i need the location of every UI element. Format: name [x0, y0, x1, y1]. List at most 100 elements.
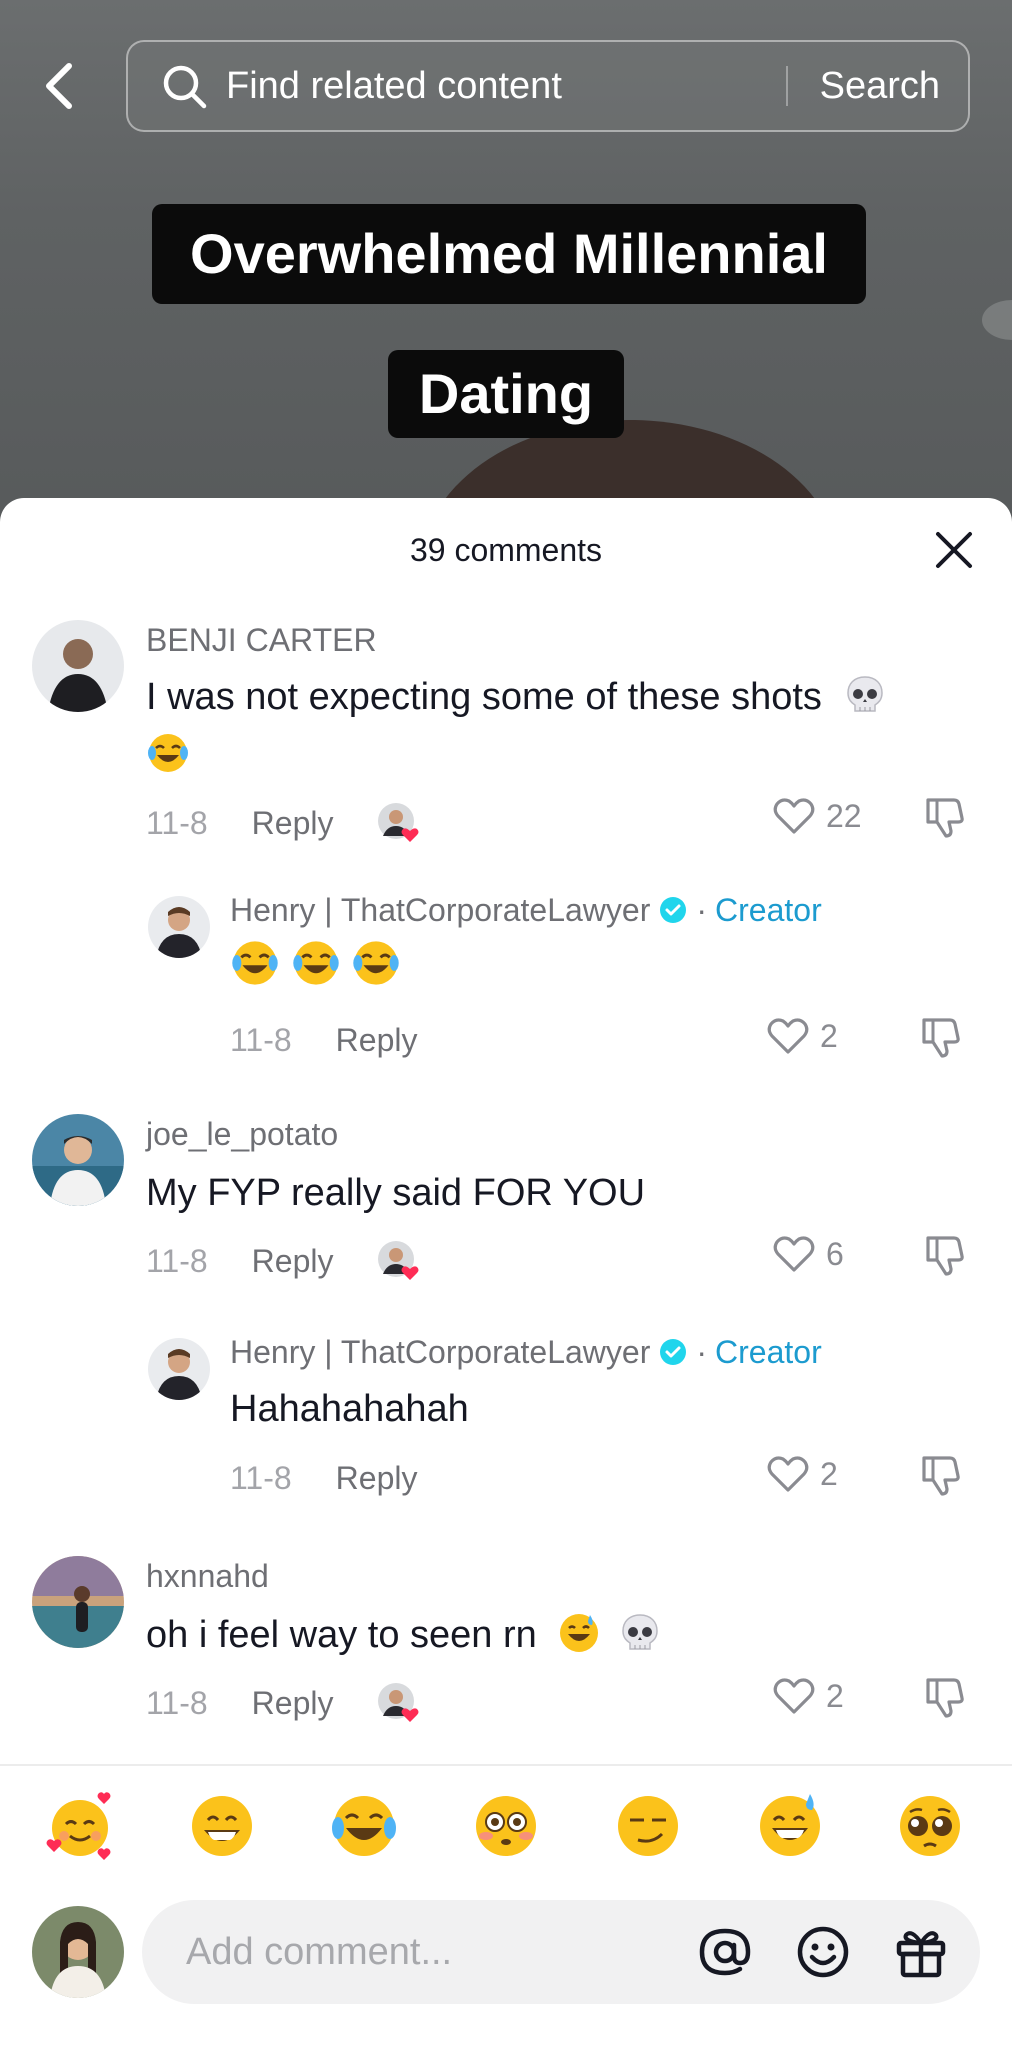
like-count: 6 — [826, 1235, 844, 1272]
creator-badge: Creator — [715, 892, 822, 928]
creator-separator: · — [696, 1334, 708, 1370]
comment-date: 11-8 — [230, 1460, 292, 1496]
flushed-face-emoji-icon[interactable] — [470, 1790, 542, 1862]
thumbs-down-icon[interactable] — [924, 1674, 970, 1720]
like-button[interactable]: 2 — [766, 1454, 838, 1494]
comment-item: joe_le_potato My FYP really said FOR YOU… — [0, 1114, 1012, 1294]
video-caption-title: Overwhelmed Millennial — [152, 204, 866, 304]
reply-meta: 11-8 Reply — [230, 1460, 417, 1497]
search-input[interactable]: Find related content — [226, 65, 786, 108]
creator-separator: · — [696, 892, 708, 928]
like-count: 22 — [826, 797, 862, 834]
emoji-picker-icon[interactable] — [794, 1923, 852, 1981]
heart-icon — [773, 1236, 815, 1272]
gift-icon[interactable] — [892, 1923, 950, 1981]
reply-button[interactable]: Reply — [252, 1685, 334, 1722]
comment-meta: 11-8 Reply — [146, 1240, 419, 1282]
liked-by-creator-badge — [377, 802, 419, 844]
grinning-face-emoji-icon[interactable] — [186, 1790, 258, 1862]
thumbs-down-icon[interactable] — [924, 1232, 970, 1278]
comment-meta: 11-8 Reply — [146, 802, 419, 844]
like-count: 2 — [820, 1017, 838, 1054]
smiling-face-with-hearts-emoji-icon[interactable] — [44, 1790, 116, 1862]
mention-icon[interactable] — [696, 1923, 754, 1981]
skull-emoji-icon — [622, 1614, 658, 1650]
thumbs-down-icon[interactable] — [924, 794, 970, 840]
creator-badge: Creator — [715, 1334, 822, 1370]
face-with-tears-of-joy-emoji-icon[interactable] — [328, 1790, 400, 1862]
comment-body: I was not expecting some of these shots — [146, 676, 822, 718]
comment-input[interactable]: Add comment... — [186, 1931, 696, 1974]
pleading-face-emoji-icon[interactable] — [894, 1790, 966, 1862]
creator-name[interactable]: Henry | ThatCorporateLawyer — [230, 1334, 650, 1370]
comment-item: hxnnahd oh i feel way to seen rn 11-8 Re… — [0, 1556, 1012, 1736]
reply-meta: 11-8 Reply — [230, 1022, 417, 1059]
search-divider — [785, 66, 788, 106]
close-icon[interactable] — [934, 530, 974, 570]
comment-date: 11-8 — [230, 1022, 292, 1058]
reply-button[interactable]: Reply — [252, 1243, 334, 1280]
creator-name[interactable]: Henry | ThatCorporateLawyer — [230, 892, 650, 928]
quick-emoji-bar — [0, 1790, 1012, 1870]
grinning-face-with-sweat-emoji-icon — [560, 1614, 599, 1652]
face-with-tears-of-joy-emoji-icon — [148, 734, 188, 772]
comment-text: I was not expecting some of these shots — [146, 668, 966, 784]
heart-icon — [773, 1678, 815, 1714]
heart-icon — [767, 1018, 809, 1054]
chevron-left-icon — [46, 63, 72, 109]
comment-body: My FYP really said FOR YOU — [146, 1172, 646, 1214]
reply-item: Henry | ThatCorporateLawyer · Creator Haha… — [0, 1334, 1012, 1504]
comment-composer[interactable]: Add comment... — [142, 1900, 980, 2004]
comments-header: 39 comments — [0, 498, 1012, 608]
verified-badge-icon — [660, 897, 687, 923]
reply-text — [230, 938, 401, 997]
heart-icon — [767, 1456, 809, 1492]
liked-by-creator-badge — [377, 1682, 419, 1724]
comment-username[interactable]: BENJI CARTER — [146, 622, 377, 659]
search-icon — [163, 65, 207, 109]
avatar[interactable] — [148, 1338, 210, 1400]
comment-text: oh i feel way to seen rn — [146, 1606, 966, 1664]
like-button[interactable]: 6 — [772, 1234, 844, 1274]
comment-date: 11-8 — [146, 1684, 208, 1721]
comment-username[interactable]: hxnnahd — [146, 1558, 269, 1595]
smirking-face-emoji-icon[interactable] — [612, 1790, 684, 1862]
reply-button[interactable]: Reply — [336, 1460, 418, 1497]
like-button[interactable]: 2 — [766, 1016, 838, 1056]
search-button[interactable]: Search — [820, 65, 940, 108]
comment-text: My FYP really said FOR YOU — [146, 1164, 966, 1222]
my-avatar[interactable] — [32, 1906, 124, 1998]
heart-icon — [773, 798, 815, 834]
like-count: 2 — [826, 1677, 844, 1714]
back-button[interactable] — [34, 58, 82, 114]
comments-count-title: 39 comments — [409, 532, 603, 568]
avatar[interactable] — [32, 1556, 124, 1648]
grinning-face-with-sweat-emoji-icon[interactable] — [754, 1790, 826, 1862]
like-button[interactable]: 22 — [772, 796, 862, 836]
comment-username[interactable]: joe_le_potato — [146, 1116, 338, 1153]
comment-body: oh i feel way to seen rn — [146, 1614, 537, 1656]
reply-button[interactable]: Reply — [336, 1022, 418, 1059]
like-count: 2 — [820, 1455, 838, 1492]
reply-item: Henry | ThatCorporateLawyer · Creator 11-8… — [0, 892, 1012, 1062]
avatar[interactable] — [32, 620, 124, 712]
face-with-tears-of-joy-emoji-icon — [232, 941, 278, 985]
search-bar[interactable]: Find related content Search — [126, 40, 970, 132]
reply-button[interactable]: Reply — [252, 805, 334, 842]
comment-date: 11-8 — [146, 804, 208, 841]
like-button[interactable]: 2 — [772, 1676, 844, 1716]
skull-emoji-icon — [846, 676, 883, 712]
reply-username: Henry | ThatCorporateLawyer · Creator — [230, 1334, 822, 1371]
thumbs-down-icon[interactable] — [920, 1014, 966, 1060]
avatar[interactable] — [32, 1114, 124, 1206]
liked-by-creator-badge — [377, 1240, 419, 1282]
comment-date: 11-8 — [146, 1242, 208, 1279]
reply-username: Henry | ThatCorporateLawyer · Creator — [230, 892, 822, 929]
avatar[interactable] — [148, 896, 210, 958]
video-caption-subtitle: Dating — [388, 350, 624, 438]
thumbs-down-icon[interactable] — [920, 1452, 966, 1498]
reply-body: Hahahahahah — [230, 1388, 469, 1430]
face-with-tears-of-joy-emoji-icon — [292, 941, 339, 985]
verified-badge-icon — [660, 1339, 687, 1365]
comment-item: BENJI CARTER I was not expecting some of… — [0, 620, 1012, 860]
